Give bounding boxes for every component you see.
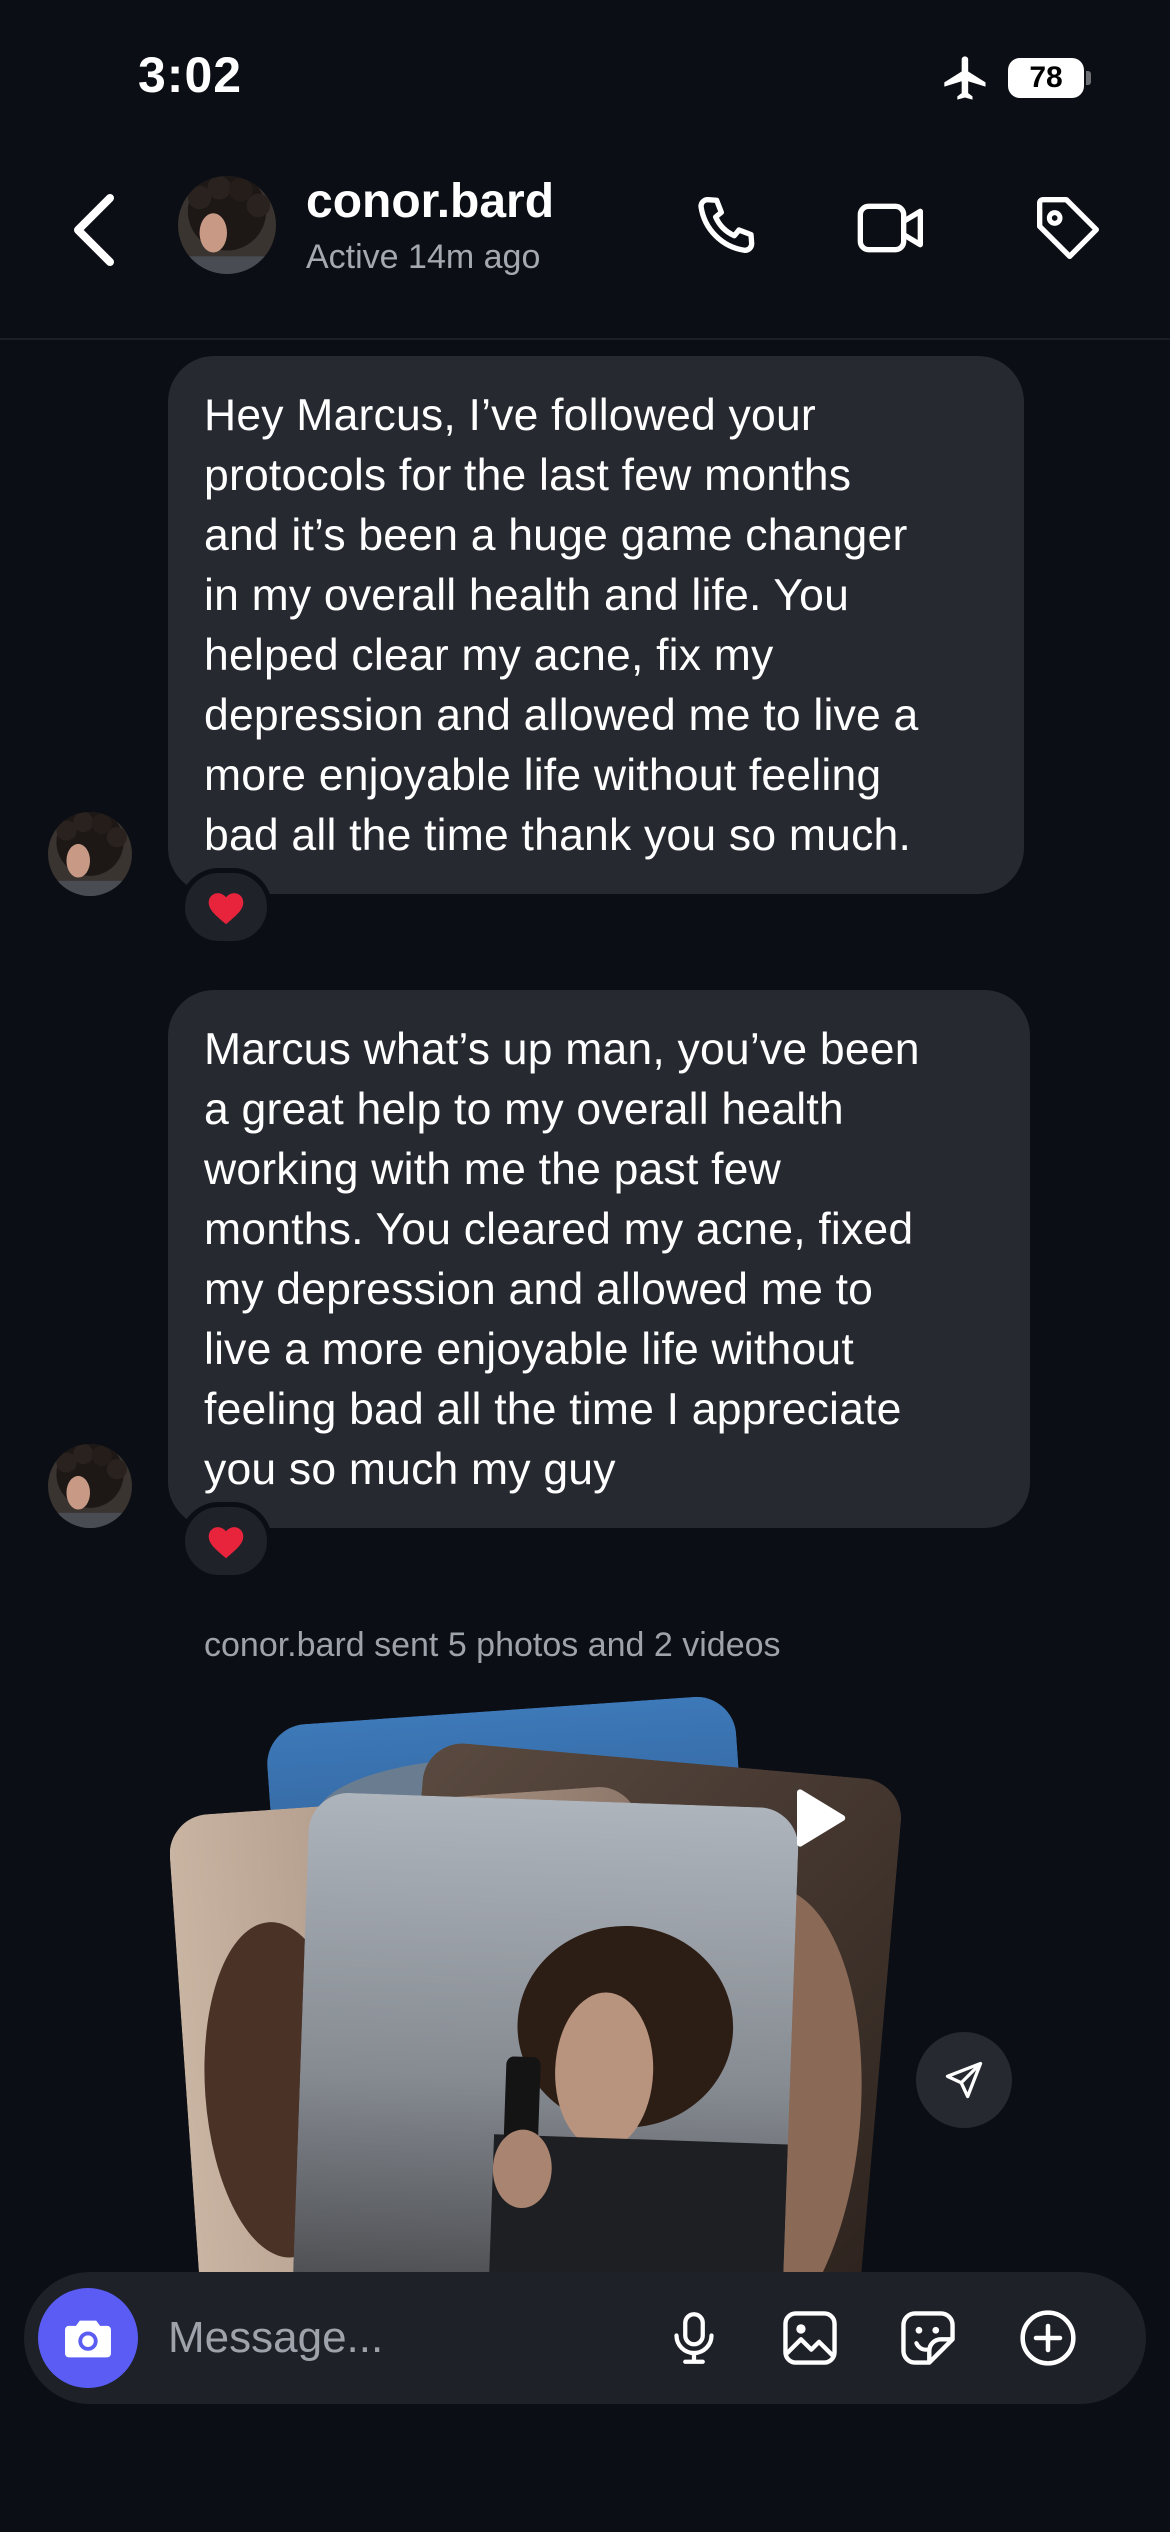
message-line: Hey Marcus, I’ve followed your <box>204 391 816 440</box>
message-line: months. You cleared my acne, fixed <box>204 1205 914 1254</box>
sender-avatar[interactable] <box>48 1444 132 1528</box>
message-line: helped clear my acne, fix my <box>204 631 774 680</box>
image-icon <box>783 2311 837 2365</box>
chat-header: conor.bard Active 14m ago <box>0 150 1170 340</box>
message-input[interactable] <box>168 2306 648 2370</box>
battery-level: 78 <box>1008 58 1084 98</box>
phone-icon[interactable] <box>686 188 766 268</box>
message-bubble[interactable]: Hey Marcus, I’ve followed your protocols… <box>168 356 1024 894</box>
message-line: live a more enjoyable life without <box>204 1325 854 1374</box>
microphone-icon <box>674 2312 714 2364</box>
tag-icon[interactable] <box>1028 188 1108 268</box>
message-line: Marcus what’s up man, you’ve been <box>204 1025 920 1074</box>
message-line: my depression and allowed me to <box>204 1265 874 1314</box>
sticker-icon <box>901 2311 955 2365</box>
message-line: in my overall health and life. You <box>204 571 850 620</box>
status-time: 3:02 <box>138 47 243 103</box>
heart-reaction[interactable] <box>180 868 272 946</box>
heart-icon <box>208 1527 244 1559</box>
contact-name[interactable]: conor.bard <box>306 174 554 229</box>
media-stack[interactable] <box>170 1690 910 2272</box>
photo-thumbnail[interactable] <box>290 1791 800 2272</box>
avatar[interactable] <box>178 176 276 274</box>
message-bubble[interactable]: Marcus what’s up man, you’ve been a grea… <box>168 990 1030 1528</box>
sticker-button[interactable] <box>890 2300 966 2376</box>
message-line: working with me the past few <box>204 1145 781 1194</box>
message-line: you so much my guy <box>204 1445 616 1494</box>
message-line: more enjoyable life without feeling <box>204 751 882 800</box>
share-button[interactable] <box>916 2032 1012 2128</box>
message-line: protocols for the last few months <box>204 451 852 500</box>
paper-plane-icon <box>945 2061 983 2099</box>
back-icon[interactable] <box>66 190 126 270</box>
message-composer <box>24 2272 1146 2404</box>
heart-reaction[interactable] <box>180 1502 272 1580</box>
gallery-button[interactable] <box>772 2300 848 2376</box>
media-caption: conor.bard sent 5 photos and 2 videos <box>204 1626 781 1664</box>
play-icon <box>796 1789 846 1847</box>
message-line: and it’s been a huge game changer <box>204 511 908 560</box>
sender-avatar[interactable] <box>48 812 132 896</box>
video-camera-icon[interactable] <box>852 188 932 268</box>
message-line: a great help to my overall health <box>204 1085 844 1134</box>
message-line: depression and allowed me to live a <box>204 691 919 740</box>
camera-button[interactable] <box>38 2288 138 2388</box>
camera-icon <box>65 2320 111 2358</box>
activity-status: Active 14m ago <box>306 238 541 276</box>
battery-indicator: 78 <box>1008 58 1091 98</box>
message-line: feeling bad all the time I appreciate <box>204 1385 902 1434</box>
plus-circle-icon <box>1020 2310 1076 2366</box>
more-options-button[interactable] <box>1010 2300 1086 2376</box>
battery-cap <box>1086 71 1091 85</box>
message-line: bad all the time thank you so much. <box>204 811 912 860</box>
status-bar: 3:02 78 <box>0 0 1170 150</box>
avatar-image <box>178 176 276 274</box>
airplane-icon <box>944 56 986 100</box>
heart-icon <box>208 893 244 925</box>
photo-image <box>290 1791 800 2272</box>
microphone-button[interactable] <box>656 2300 732 2376</box>
avatar-image <box>48 1444 132 1528</box>
avatar-image <box>48 812 132 896</box>
